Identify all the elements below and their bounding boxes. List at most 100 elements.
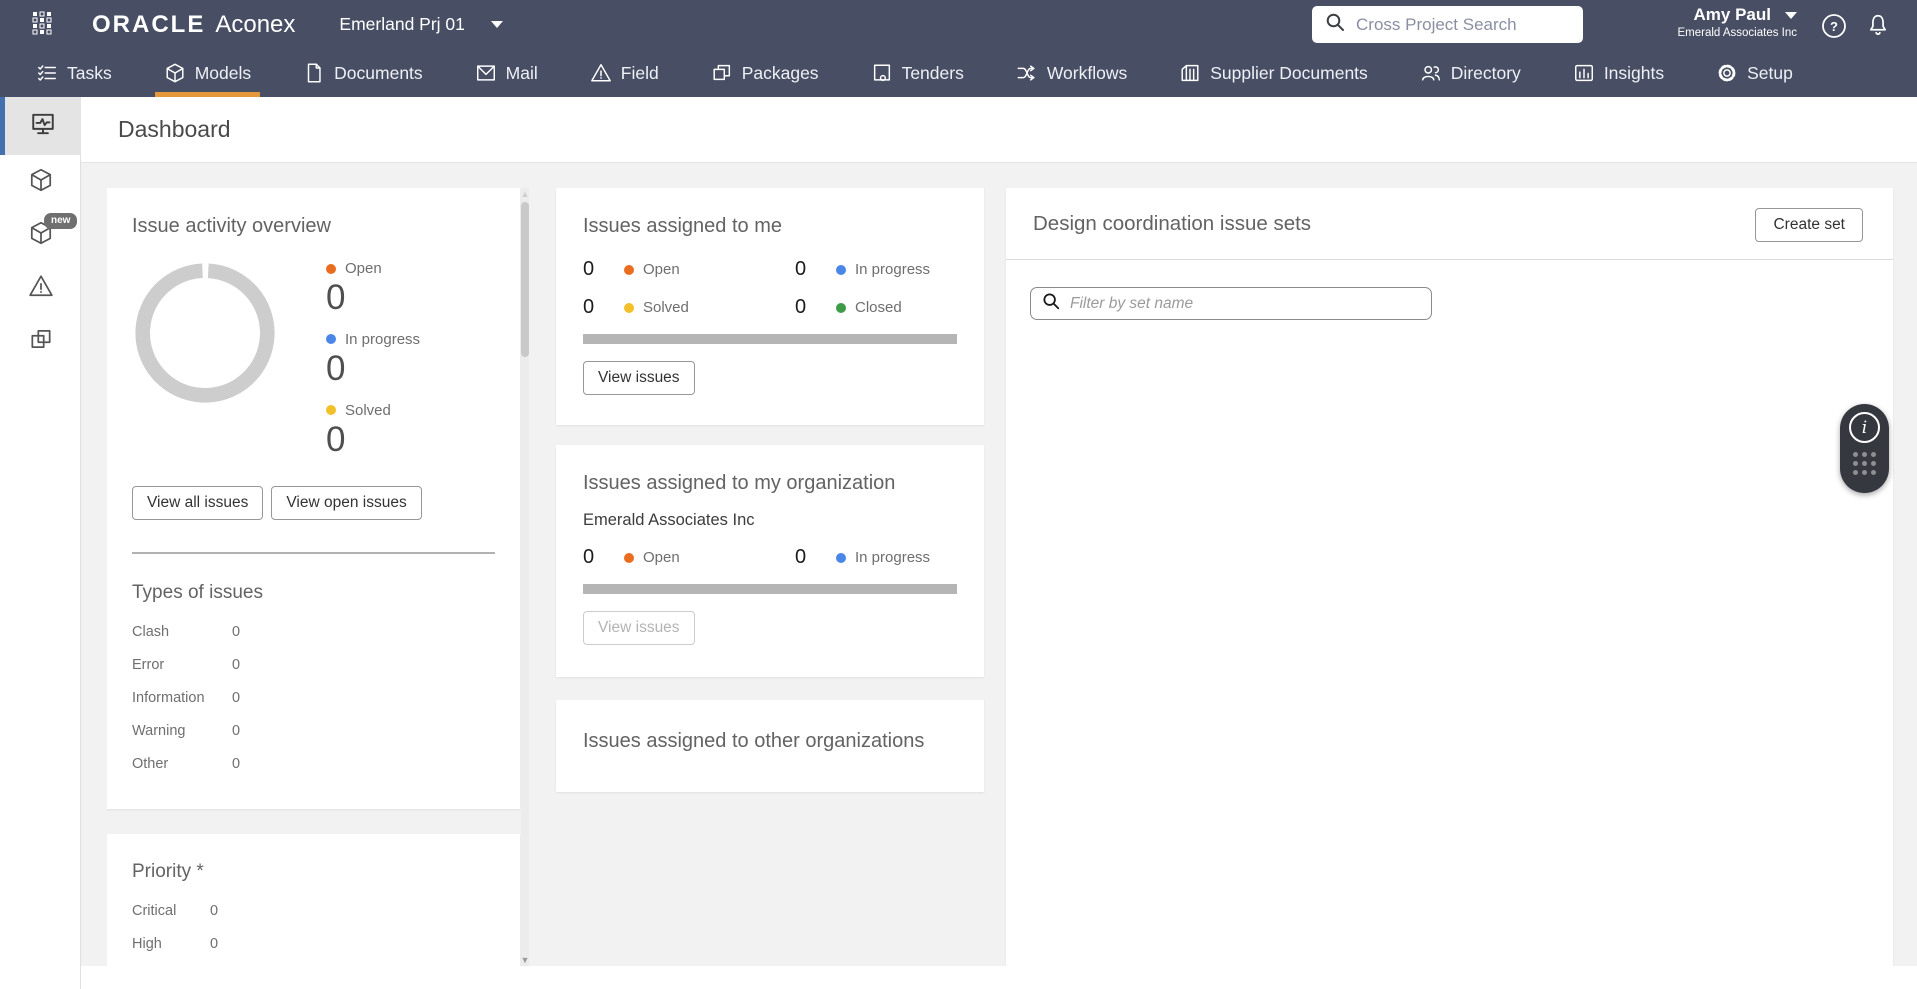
- divider: [132, 552, 495, 555]
- tab-field[interactable]: Field: [590, 49, 659, 97]
- type-row: Information 0: [132, 690, 241, 707]
- user-menu[interactable]: Amy Paul Emerald Associates Inc: [1677, 5, 1797, 39]
- type-row: Warning 0: [132, 723, 241, 740]
- search-input[interactable]: [1356, 14, 1571, 35]
- cube-icon: [28, 167, 54, 198]
- help-icon[interactable]: ?: [1821, 13, 1847, 44]
- scroll-down-icon[interactable]: ▼: [520, 955, 529, 965]
- sidebar-item-dashboard[interactable]: [0, 97, 81, 155]
- app-window: ORACLE Aconex Emerland Prj 01 Amy Paul E…: [0, 0, 1917, 989]
- count-closed: 0 Closed: [795, 296, 902, 318]
- tab-tasks[interactable]: Tasks: [36, 49, 112, 97]
- open-dot-icon: [326, 263, 336, 274]
- open-count: 0: [326, 278, 346, 317]
- scrollbar-thumb[interactable]: [521, 202, 529, 357]
- tab-label: Setup: [1747, 62, 1793, 83]
- tab-label: Documents: [334, 62, 423, 83]
- search-icon: [1041, 291, 1061, 316]
- tab-label: Directory: [1450, 62, 1521, 83]
- dashboard-content: Issue activity overview Open 0 In progre…: [81, 163, 1917, 966]
- organization-name: Emerald Associates Inc: [583, 511, 755, 529]
- tab-label: Workflows: [1046, 62, 1128, 83]
- tab-packages[interactable]: Packages: [711, 49, 819, 97]
- panel-header: Design coordination issue sets Create se…: [1006, 188, 1893, 260]
- issues-donut-chart: [132, 260, 278, 472]
- view-issues-button[interactable]: View issues: [583, 361, 695, 395]
- brand-logo: ORACLE Aconex: [92, 11, 295, 39]
- tab-label: Tenders: [901, 62, 964, 83]
- chevron-down-icon: [1785, 11, 1797, 19]
- directory-icon: [1420, 62, 1442, 84]
- info-assistant-widget[interactable]: i: [1840, 404, 1889, 493]
- card-title: Issues assigned to other organizations: [583, 730, 925, 752]
- in-progress-dot-icon: [836, 264, 846, 275]
- issues-assigned-to-org-card: Issues assigned to my organization Emera…: [556, 445, 984, 677]
- view-all-issues-button[interactable]: View all issues: [132, 486, 264, 521]
- view-open-issues-button[interactable]: View open issues: [271, 486, 422, 521]
- filter-input[interactable]: [1070, 294, 1421, 313]
- tab-label: Tasks: [67, 62, 112, 83]
- type-row: Other 0: [132, 756, 241, 773]
- panel-title: Design coordination issue sets: [1033, 211, 1312, 235]
- card-title: Issue activity overview: [132, 215, 331, 237]
- tenders-icon: [871, 62, 893, 84]
- page-header: Dashboard: [81, 97, 1917, 163]
- type-row: Clash 0: [132, 624, 241, 641]
- issues-other-orgs-card: Issues assigned to other organizations: [556, 700, 984, 792]
- sidebar-item-models[interactable]: [0, 156, 81, 208]
- tab-insights[interactable]: Insights: [1573, 49, 1664, 97]
- product-name: Aconex: [215, 10, 296, 38]
- scroll-up-icon[interactable]: ▲: [520, 189, 529, 199]
- project-name: Emerland Prj 01: [339, 14, 465, 34]
- create-set-button[interactable]: Create set: [1755, 208, 1863, 242]
- app-launcher-icon[interactable]: [30, 9, 54, 40]
- view-issues-button-disabled[interactable]: View issues: [583, 611, 695, 645]
- open-dot-icon: [624, 264, 634, 275]
- tab-workflows[interactable]: Workflows: [1016, 49, 1127, 97]
- tab-label: Supplier Documents: [1210, 62, 1368, 83]
- sidebar-item-models-new[interactable]: new: [0, 209, 81, 261]
- user-name: Amy Paul: [1693, 5, 1771, 24]
- warning-triangle-icon: [28, 273, 54, 304]
- count-in-progress: 0 In progress: [795, 258, 931, 280]
- notifications-bell-icon[interactable]: [1865, 12, 1891, 43]
- priority-list: Critical0 High0 Medium0: [132, 903, 495, 966]
- top-bar: ORACLE Aconex Emerland Prj 01 Amy Paul E…: [0, 0, 1917, 49]
- tab-tenders[interactable]: Tenders: [871, 49, 964, 97]
- mail-icon: [475, 62, 497, 84]
- new-badge: new: [44, 213, 78, 229]
- solved-dot-icon: [624, 302, 634, 313]
- card-title: Issues assigned to my organization: [583, 472, 896, 494]
- counts-grid: 0 Open 0 In progress 0 Solved 0 Closed: [583, 258, 957, 319]
- column-scrollbar[interactable]: ▲ ▼: [521, 188, 529, 966]
- in-progress-count: 0: [326, 348, 346, 388]
- supplier-documents-icon: [1179, 62, 1201, 84]
- tab-documents[interactable]: Documents: [303, 49, 423, 97]
- tab-models[interactable]: Models: [154, 49, 261, 97]
- grid-dots-icon: [1853, 452, 1876, 475]
- filter-set-search[interactable]: [1030, 287, 1432, 320]
- donut-legend: Open 0 In progress 0 Solved 0: [326, 260, 420, 472]
- tab-label: Field: [620, 62, 659, 83]
- project-selector[interactable]: Emerland Prj 01: [339, 14, 503, 35]
- tab-label: Insights: [1603, 62, 1665, 83]
- tab-directory[interactable]: Directory: [1420, 49, 1521, 97]
- main-navigation: Tasks Models Documents Mail Field Packag…: [0, 49, 1917, 97]
- issue-activity-column: Issue activity overview Open 0 In progre…: [107, 188, 529, 966]
- legend-open: Open 0: [326, 260, 420, 317]
- priority-row: Critical 0: [132, 903, 219, 920]
- progress-bar: [583, 334, 957, 344]
- sidebar-item-issues[interactable]: [0, 262, 81, 314]
- tab-mail[interactable]: Mail: [475, 49, 538, 97]
- sidebar-item-overlays[interactable]: [0, 315, 81, 367]
- info-icon[interactable]: i: [1849, 412, 1880, 443]
- solved-dot-icon: [326, 405, 336, 415]
- count-open: 0 Open: [583, 258, 680, 280]
- search-icon: [1324, 11, 1346, 38]
- tab-supplier-documents[interactable]: Supplier Documents: [1179, 49, 1368, 97]
- priority-row: High 0: [132, 936, 219, 953]
- tab-setup[interactable]: Setup: [1716, 49, 1793, 97]
- dashboard-monitor-icon: [30, 111, 56, 142]
- tasks-icon: [36, 62, 58, 84]
- cross-project-search[interactable]: [1312, 6, 1583, 43]
